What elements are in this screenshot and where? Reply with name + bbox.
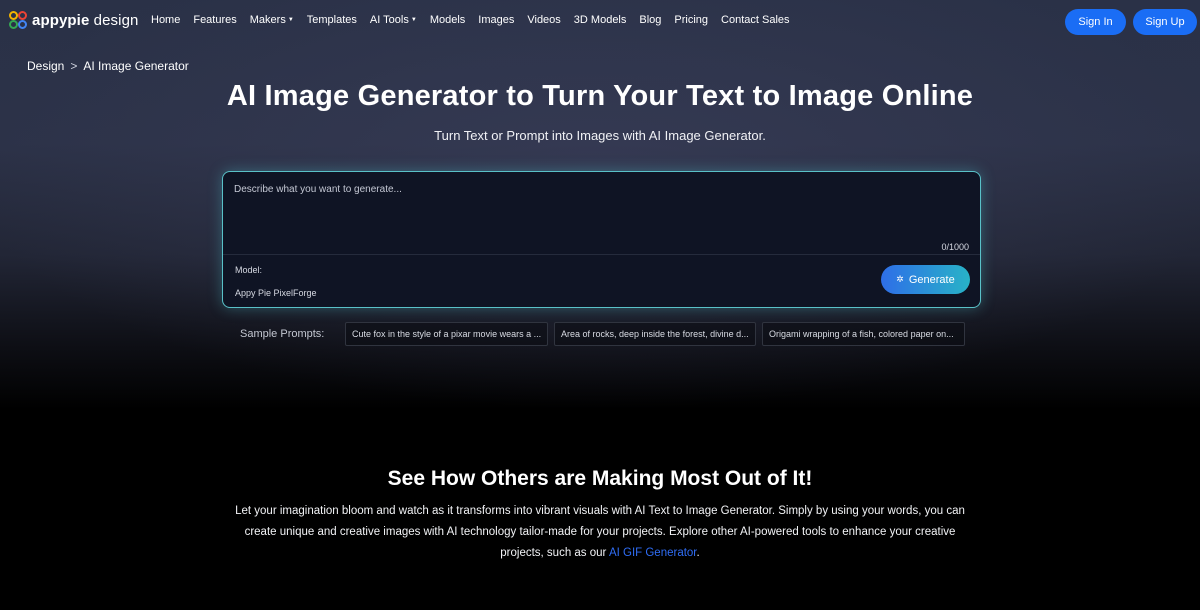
sample-prompts-label: Sample Prompts: <box>240 328 325 340</box>
sample-prompt-chip[interactable]: Cute fox in the style of a pixar movie w… <box>345 322 548 346</box>
caret-down-icon: ▼ <box>287 17 294 23</box>
sign-up-button[interactable]: Sign Up <box>1133 9 1197 35</box>
nav-item-label: Models <box>429 14 466 26</box>
showcase-title: See How Others are Making Most Out of It… <box>387 467 813 490</box>
sparkle-icon: ✲ <box>896 274 904 284</box>
sample-prompt-chip[interactable]: Area of rocks, deep inside the forest, d… <box>554 322 756 346</box>
sign-in-button[interactable]: Sign In <box>1065 9 1126 35</box>
nav-item-label: Videos <box>527 14 561 26</box>
nav-item-label: AI Tools <box>369 14 409 26</box>
character-counter: 0/1000 <box>941 242 969 252</box>
showcase-text-end: . <box>696 547 700 559</box>
nav-item-3d-models[interactable]: 3D Models <box>574 14 627 26</box>
breadcrumb-current: AI Image Generator <box>83 59 189 73</box>
prompt-panel: 0/1000 Model: Appy Pie PixelForge ✲ Gene… <box>222 171 981 308</box>
nav-item-label: Pricing <box>674 14 709 26</box>
showcase-text: Let your imagination bloom and watch as … <box>235 505 965 559</box>
prompt-divider <box>223 254 980 255</box>
nav-item-templates[interactable]: Templates <box>307 14 357 26</box>
ai-gif-generator-link[interactable]: AI GIF Generator <box>609 547 697 559</box>
main-nav: Home Features Makers ▼ Templates AI Tools ▼ Mod… <box>151 14 803 26</box>
generate-button-label: Generate <box>908 273 955 286</box>
breadcrumb: Design > AI Image Generator <box>27 59 189 73</box>
generate-button[interactable]: ✲ Generate <box>881 265 970 294</box>
nav-item-contact-sales[interactable]: Contact Sales <box>721 14 789 26</box>
nav-item-images[interactable]: Images <box>478 14 514 26</box>
nav-item-home[interactable]: Home <box>151 14 180 26</box>
nav-item-label: Blog <box>639 14 662 26</box>
appypie-logo-icon <box>9 11 28 30</box>
caret-down-icon: ▼ <box>410 17 417 23</box>
nav-item-label: Home <box>151 14 181 26</box>
prompt-input[interactable] <box>234 184 964 244</box>
breadcrumb-design-link[interactable]: Design <box>27 59 64 73</box>
nav-item-label: Templates <box>306 14 357 26</box>
nav-item-blog[interactable]: Blog <box>639 14 661 26</box>
nav-item-makers[interactable]: Makers ▼ <box>250 14 294 26</box>
nav-item-label: Contact Sales <box>721 14 790 26</box>
nav-item-label: 3D Models <box>573 14 627 26</box>
page-subtitle: Turn Text or Prompt into Images with AI … <box>434 128 766 143</box>
top-navigation-bar: appypie design Home Features Makers ▼ Templa… <box>0 0 1200 43</box>
logo-wordmark: appypie design <box>32 12 139 29</box>
sample-prompt-chip[interactable]: Origami wrapping of a fish, colored pape… <box>762 322 965 346</box>
showcase-description: Let your imagination bloom and watch as … <box>225 501 975 564</box>
page-title: AI Image Generator to Turn Your Text to … <box>226 80 974 112</box>
nav-item-label: Images <box>478 14 515 26</box>
model-label: Model: <box>235 265 263 275</box>
nav-item-ai-tools[interactable]: AI Tools ▼ <box>370 14 417 26</box>
nav-item-features[interactable]: Features <box>193 14 236 26</box>
model-selector[interactable]: Appy Pie PixelForge <box>235 288 317 298</box>
nav-item-label: Makers <box>249 14 286 26</box>
nav-item-label: Features <box>193 14 237 26</box>
nav-item-pricing[interactable]: Pricing <box>674 14 708 26</box>
breadcrumb-separator: > <box>70 59 78 73</box>
nav-item-videos[interactable]: Videos <box>527 14 560 26</box>
nav-item-models[interactable]: Models <box>430 14 465 26</box>
appypie-design-logo[interactable]: appypie design <box>9 11 138 30</box>
sample-prompts: Sample Prompts: Cute fox in the style of… <box>0 322 1200 346</box>
